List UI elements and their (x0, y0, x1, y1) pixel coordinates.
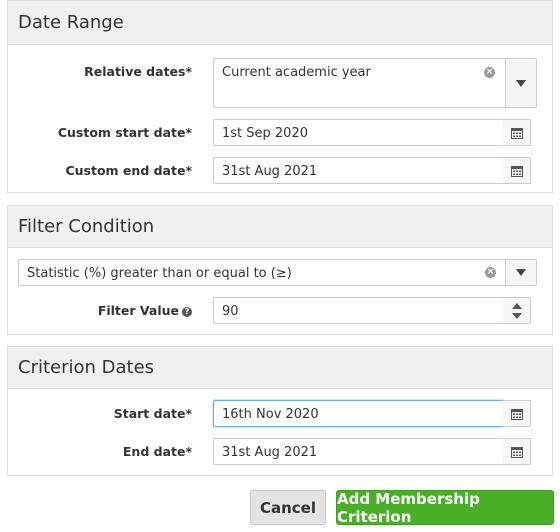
criterion-start-calendar-button[interactable] (503, 400, 531, 427)
criterion-start-value: 16th Nov 2020 (222, 407, 319, 422)
filter-value-row: Filter Value? 90 (8, 297, 552, 324)
help-icon[interactable]: ? (182, 306, 192, 317)
criterion-dates-panel: Criterion Dates Start date* 16th Nov 202… (7, 346, 553, 476)
criterion-end-row: End date* 31st Aug 2021 (8, 438, 552, 465)
condition-select[interactable]: Statistic (%) greater than or equal to (… (18, 259, 506, 286)
date-range-header: Date Range (8, 1, 552, 45)
filter-condition-title: Filter Condition (18, 216, 155, 237)
filter-value-label: Filter Value? (98, 297, 192, 324)
chevron-down-icon (516, 269, 526, 276)
date-range-panel: Date Range Relative dates* Current acade… (7, 0, 553, 193)
filter-value-stepper[interactable] (503, 297, 531, 324)
criterion-start-input[interactable]: 16th Nov 2020 (213, 400, 504, 427)
date-range-title: Date Range (18, 12, 124, 33)
filter-condition-panel: Filter Condition Statistic (%) greater t… (7, 205, 553, 335)
add-membership-criterion-button[interactable]: Add Membership Criterion (336, 490, 554, 526)
criterion-end-calendar-button[interactable] (503, 438, 531, 465)
cancel-button[interactable]: Cancel (250, 490, 326, 525)
filter-value-value: 90 (222, 304, 239, 319)
custom-start-label: Custom start date* (57, 125, 192, 140)
filter-value-input[interactable]: 90 (213, 297, 504, 324)
custom-start-value: 1st Sep 2020 (222, 126, 308, 141)
custom-start-input[interactable]: 1st Sep 2020 (213, 119, 504, 146)
criterion-end-value: 31st Aug 2021 (222, 445, 318, 460)
clear-icon[interactable]: × (485, 267, 496, 278)
calendar-icon (510, 446, 523, 458)
clear-icon[interactable]: × (484, 67, 495, 78)
custom-end-input[interactable]: 31st Aug 2021 (213, 157, 504, 184)
criterion-end-input[interactable]: 31st Aug 2021 (213, 438, 504, 465)
custom-end-label: Custom end date* (65, 163, 192, 178)
condition-value: Statistic (%) greater than or equal to (… (27, 266, 292, 281)
chevron-down-icon (516, 79, 526, 87)
custom-end-calendar-button[interactable] (503, 157, 531, 184)
condition-dropdown[interactable] (506, 259, 537, 286)
custom-start-calendar-button[interactable] (503, 119, 531, 146)
relative-dates-value: Current academic year (222, 65, 371, 80)
criterion-end-label: End date* (122, 444, 192, 459)
relative-dates-dropdown[interactable] (506, 58, 537, 108)
stepper-up-icon[interactable] (511, 302, 522, 309)
custom-start-row: Custom start date* 1st Sep 2020 (8, 119, 552, 146)
relative-dates-label: Relative dates* (84, 64, 192, 79)
criterion-dates-title: Criterion Dates (18, 357, 155, 378)
custom-end-row: Custom end date* 31st Aug 2021 (8, 157, 552, 184)
calendar-icon (510, 165, 523, 177)
criterion-start-label: Start date* (113, 406, 192, 421)
filter-condition-header: Filter Condition (8, 206, 552, 248)
custom-end-value: 31st Aug 2021 (222, 164, 318, 179)
criterion-dates-header: Criterion Dates (8, 347, 552, 389)
calendar-icon (510, 127, 523, 139)
relative-dates-row: Relative dates* Current academic year × (8, 58, 552, 108)
stepper-down-icon[interactable] (511, 312, 522, 319)
relative-dates-select[interactable]: Current academic year × (213, 58, 506, 108)
filter-value-label-text: Filter Value (97, 303, 179, 318)
criterion-start-row: Start date* 16th Nov 2020 (8, 400, 552, 427)
condition-row: Statistic (%) greater than or equal to (… (8, 259, 552, 286)
calendar-icon (510, 408, 523, 420)
